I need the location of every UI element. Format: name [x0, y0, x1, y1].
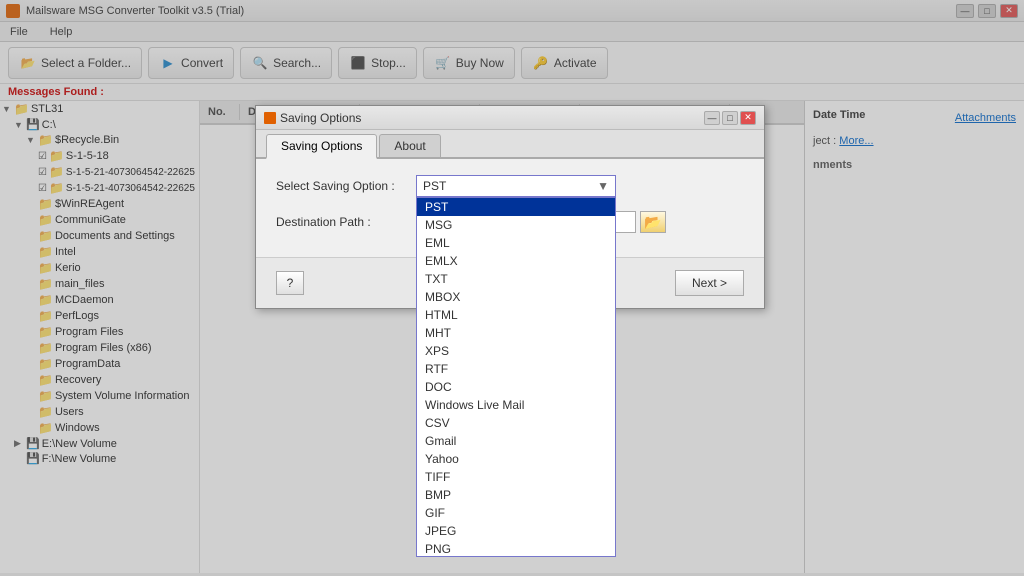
help-button[interactable]: ?: [276, 271, 304, 295]
dialog-window-controls: — □ ✕: [704, 111, 756, 125]
tab-saving-options[interactable]: Saving Options: [266, 134, 377, 159]
dropdown-option-bmp[interactable]: BMP: [417, 486, 615, 504]
dialog-tabs: Saving Options About: [256, 130, 764, 159]
dropdown-option-windowslivemail[interactable]: Windows Live Mail: [417, 396, 615, 414]
folder-browse-icon: 📂: [644, 214, 661, 231]
format-dropdown-list[interactable]: PST MSG EML EMLX TXT MBOX HTML MHT XPS R…: [416, 197, 616, 557]
dropdown-option-rtf[interactable]: RTF: [417, 360, 615, 378]
format-select-value: PST: [423, 179, 446, 193]
dialog-maximize-button[interactable]: □: [722, 111, 738, 125]
dropdown-arrow-icon: ▼: [597, 179, 609, 193]
dialog-icon: [264, 112, 276, 124]
dropdown-option-mbox[interactable]: MBOX: [417, 288, 615, 306]
dialog-minimize-button[interactable]: —: [704, 111, 720, 125]
dialog-title: Saving Options: [280, 111, 361, 125]
dropdown-option-emlx[interactable]: EMLX: [417, 252, 615, 270]
tab-about[interactable]: About: [379, 134, 440, 157]
dropdown-option-html[interactable]: HTML: [417, 306, 615, 324]
browse-button[interactable]: 📂: [640, 211, 666, 233]
format-select-wrapper: PST ▼ PST MSG EML EMLX TXT MBOX HTML MHT…: [416, 175, 616, 197]
dropdown-option-tiff[interactable]: TIFF: [417, 468, 615, 486]
dialog-close-button[interactable]: ✕: [740, 111, 756, 125]
dropdown-option-mht[interactable]: MHT: [417, 324, 615, 342]
saving-options-dialog: Saving Options — □ ✕ Saving Options Abou…: [255, 105, 765, 309]
dropdown-option-eml[interactable]: EML: [417, 234, 615, 252]
dropdown-option-csv[interactable]: CSV: [417, 414, 615, 432]
select-saving-option-label: Select Saving Option :: [276, 179, 416, 193]
next-button[interactable]: Next >: [675, 270, 744, 296]
dropdown-option-png[interactable]: PNG: [417, 540, 615, 557]
dialog-title-bar: Saving Options — □ ✕: [256, 106, 764, 130]
dropdown-option-pst[interactable]: PST: [417, 198, 615, 216]
dropdown-option-yahoo[interactable]: Yahoo: [417, 450, 615, 468]
destination-path-label: Destination Path :: [276, 215, 416, 229]
dropdown-option-xps[interactable]: XPS: [417, 342, 615, 360]
select-saving-option-row: Select Saving Option : PST ▼ PST MSG EML…: [276, 175, 744, 197]
dropdown-option-gmail[interactable]: Gmail: [417, 432, 615, 450]
dropdown-option-msg[interactable]: MSG: [417, 216, 615, 234]
dropdown-option-txt[interactable]: TXT: [417, 270, 615, 288]
format-select[interactable]: PST ▼: [416, 175, 616, 197]
dropdown-option-doc[interactable]: DOC: [417, 378, 615, 396]
dropdown-option-gif[interactable]: GIF: [417, 504, 615, 522]
dropdown-option-jpeg[interactable]: JPEG: [417, 522, 615, 540]
dialog-body: Select Saving Option : PST ▼ PST MSG EML…: [256, 159, 764, 249]
